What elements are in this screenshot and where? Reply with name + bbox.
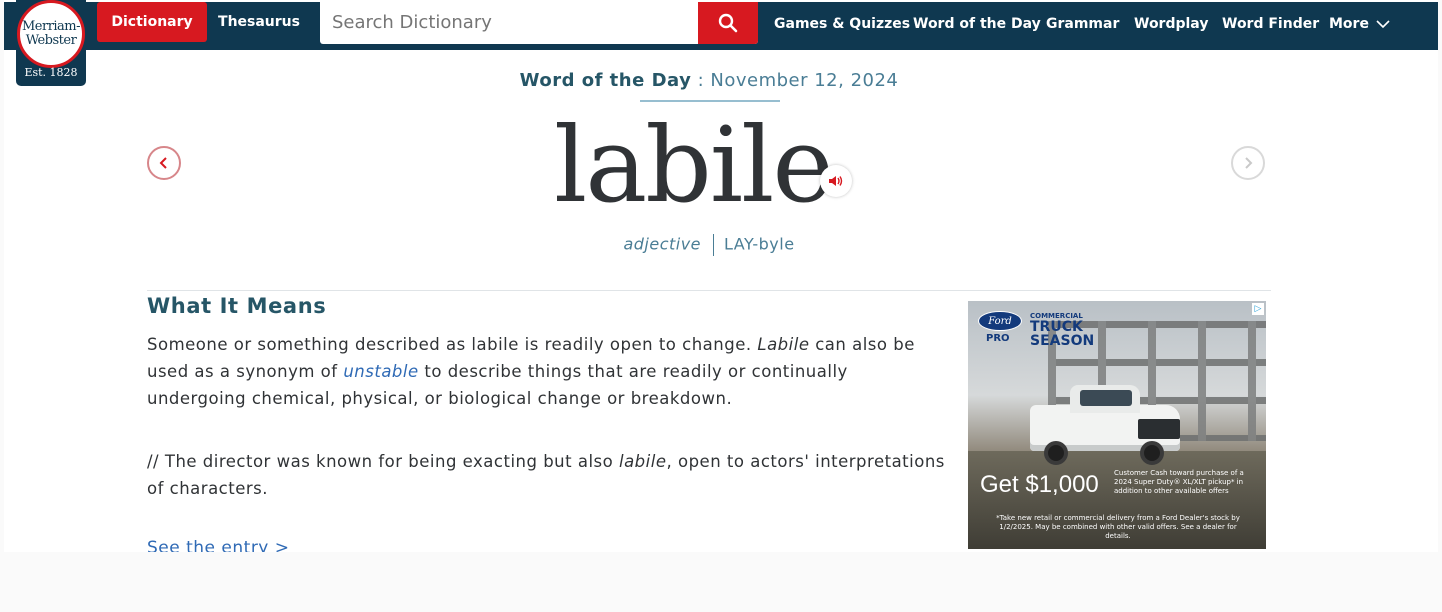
chevron-down-icon — [1376, 20, 1390, 29]
ad-headline-2: TRUCK — [1030, 319, 1083, 335]
page-frame: Dictionary Thesaurus Games & Quizzes Wor… — [4, 0, 1438, 552]
nav-word-of-the-day[interactable]: Word of the Day — [913, 2, 1041, 46]
tab-thesaurus[interactable]: Thesaurus — [207, 2, 311, 42]
logo-circle: Merriam- Webster — [17, 0, 85, 68]
wotd-label: Word of the Day — [519, 70, 692, 91]
def-part1: Someone or something described as labile… — [147, 335, 758, 354]
wotd-separator: : — [691, 70, 711, 91]
example-italic-word: labile — [618, 452, 667, 471]
headword: labile — [554, 104, 834, 226]
example-part1: // The director was known for being exac… — [147, 452, 619, 471]
definition-text: Someone or something described as labile… — [147, 331, 952, 412]
wotd-heading: Word of the Day : November 12, 2024 — [4, 70, 1414, 91]
search-input[interactable] — [332, 10, 692, 34]
part-of-speech: adjective — [623, 234, 702, 254]
nav-more[interactable]: More — [1329, 2, 1391, 46]
wotd-date: November 12, 2024 — [710, 70, 899, 91]
ford-logo: Ford — [978, 311, 1022, 331]
section-title: What It Means — [147, 294, 327, 318]
next-word-button[interactable] — [1231, 146, 1265, 180]
def-italic-word: Labile — [757, 335, 810, 354]
ad-fine-print-2: *Take new retail or commercial delivery … — [996, 514, 1240, 540]
logo-text-line1: Merriam- — [21, 19, 81, 34]
search-box — [320, 2, 758, 44]
advertisement[interactable]: Ford PRO COMMERCIAL TRUCK SEASON ▷ Get $… — [968, 301, 1266, 549]
nav-word-finder[interactable]: Word Finder — [1222, 2, 1319, 46]
nav-wordplay[interactable]: Wordplay — [1134, 2, 1208, 46]
nav-grammar[interactable]: Grammar — [1046, 2, 1119, 46]
ad-headline-3: SEASON — [1030, 333, 1095, 349]
nav-games-quizzes[interactable]: Games & Quizzes — [774, 2, 910, 46]
logo-text-line2: Webster — [25, 33, 77, 48]
ad-choices-icon[interactable]: ▷ — [1252, 303, 1264, 315]
chevron-left-icon — [159, 157, 167, 169]
example-sentence: // The director was known for being exac… — [147, 448, 952, 502]
ford-pro-label: PRO — [986, 333, 1010, 344]
logo-est: Est. 1828 — [24, 66, 78, 79]
top-nav-bar: Dictionary Thesaurus Games & Quizzes Wor… — [4, 2, 1438, 50]
ad-offer: Get $1,000 — [980, 471, 1099, 498]
site-logo[interactable]: Merriam- Webster Est. 1828 — [16, 0, 86, 86]
see-entry-link[interactable]: See the entry > — [147, 538, 290, 552]
speaker-icon — [829, 176, 843, 186]
chevron-right-icon — [1245, 157, 1253, 169]
audio-button[interactable] — [820, 165, 852, 197]
tab-dictionary[interactable]: Dictionary — [97, 2, 207, 42]
ad-truck-image — [1030, 383, 1190, 467]
pronunciation: LAY-byle — [724, 234, 795, 254]
word-attributes: adjective LAY-byle — [4, 234, 1414, 256]
attributes-separator — [713, 234, 715, 256]
prev-word-button[interactable] — [147, 146, 181, 180]
unstable-link[interactable]: unstable — [343, 362, 418, 381]
ad-fine-print-1: Customer Cash toward purchase of a 2024 … — [1114, 469, 1244, 495]
search-button[interactable] — [698, 2, 758, 44]
nav-more-label: More — [1329, 16, 1369, 32]
search-icon — [718, 13, 738, 33]
